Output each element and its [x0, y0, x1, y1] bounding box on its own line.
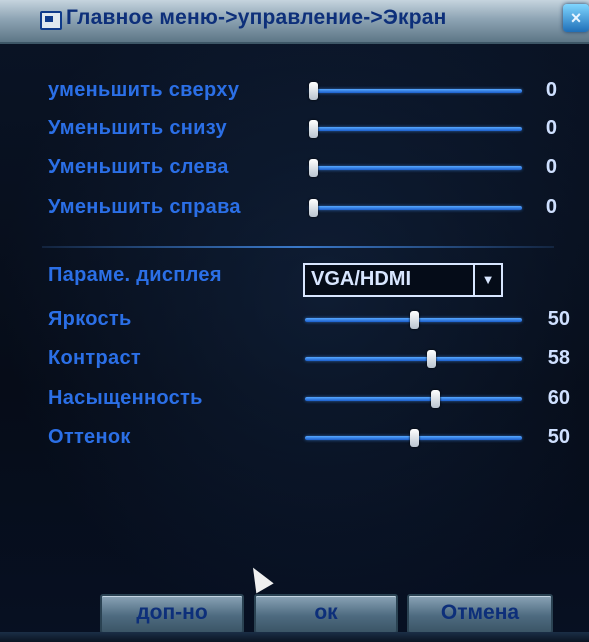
margin-left-slider[interactable] — [309, 159, 522, 177]
brightness-slider[interactable] — [305, 311, 522, 329]
hue-label: Оттенок — [48, 426, 131, 448]
screen-icon — [40, 11, 62, 30]
margin-bottom-value: 0 — [545, 117, 557, 139]
window-bottom-edge — [0, 632, 589, 642]
display-output-value: VGA/HDMI — [311, 268, 411, 290]
margin-right-value: 0 — [545, 196, 557, 218]
contrast-label: Контраст — [48, 347, 141, 369]
saturation-value: 60 — [547, 387, 570, 409]
slider-track — [305, 357, 522, 361]
slider-track — [309, 206, 522, 210]
ok-button[interactable]: ок — [254, 594, 398, 634]
margin-top-value: 0 — [545, 79, 557, 101]
screen-settings-window: Главное меню->управление->Экран × уменьш… — [0, 0, 589, 642]
contrast-value: 58 — [547, 347, 570, 369]
title-bar: Главное меню->управление->Экран × — [0, 0, 589, 44]
margin-right-slider[interactable] — [309, 199, 522, 217]
display-param-label: Параме. дисплея — [48, 264, 222, 286]
window-title: Главное меню->управление->Экран — [66, 6, 447, 29]
slider-thumb[interactable] — [309, 199, 318, 217]
margin-left-value: 0 — [545, 156, 557, 178]
display-output-select[interactable]: VGA/HDMI ▼ — [303, 263, 503, 297]
advanced-button[interactable]: доп-но — [100, 594, 244, 634]
hue-value: 50 — [547, 426, 570, 448]
margin-top-slider[interactable] — [309, 82, 522, 100]
cancel-button[interactable]: Отмена — [407, 594, 553, 634]
section-divider — [42, 246, 554, 248]
slider-thumb[interactable] — [426, 350, 436, 368]
slider-thumb[interactable] — [309, 82, 318, 100]
margin-bottom-slider[interactable] — [309, 120, 522, 138]
slider-thumb[interactable] — [409, 311, 419, 329]
slider-thumb[interactable] — [409, 429, 419, 447]
slider-track — [309, 127, 522, 131]
saturation-label: Насыщенность — [48, 387, 203, 409]
margin-left-label: Уменьшить слева — [48, 156, 229, 178]
close-button[interactable]: × — [563, 4, 589, 32]
contrast-slider[interactable] — [305, 350, 522, 368]
margin-bottom-label: Уменьшить снизу — [48, 117, 227, 139]
margin-right-label: Уменьшить справа — [48, 196, 241, 218]
saturation-slider[interactable] — [305, 390, 522, 408]
slider-thumb[interactable] — [309, 159, 318, 177]
slider-thumb[interactable] — [431, 390, 441, 408]
dropdown-arrow-icon[interactable]: ▼ — [473, 265, 501, 295]
slider-track — [305, 397, 522, 401]
hue-slider[interactable] — [305, 429, 522, 447]
margin-top-label: уменьшить сверху — [48, 79, 240, 101]
brightness-label: Яркость — [48, 308, 132, 330]
brightness-value: 50 — [547, 308, 570, 330]
slider-thumb[interactable] — [309, 120, 318, 138]
slider-track — [309, 89, 522, 93]
slider-track — [309, 166, 522, 170]
mouse-pointer-icon — [244, 562, 274, 594]
